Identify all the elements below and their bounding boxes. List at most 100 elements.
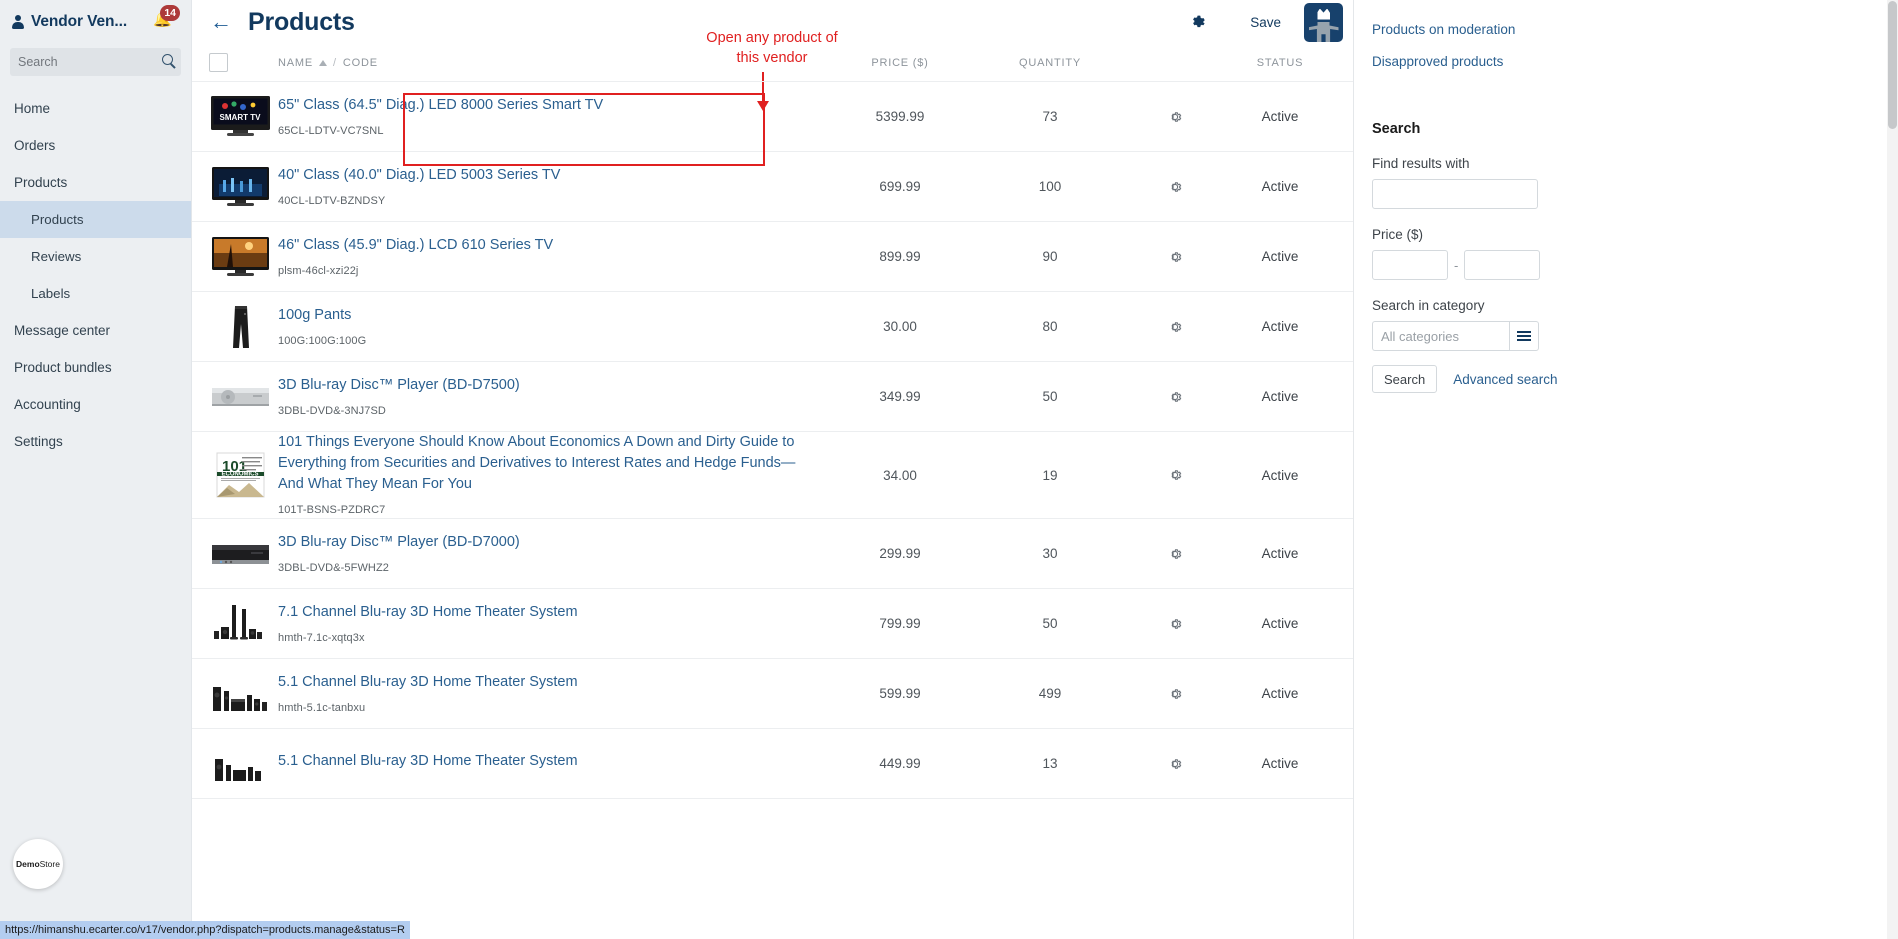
- product-price: 299.99: [879, 546, 921, 561]
- product-name-cell: 5.1 Channel Blu-ray 3D Home Theater Syst…: [278, 672, 825, 716]
- topbar: ← Products Save: [192, 0, 1353, 44]
- gear-icon[interactable]: [1167, 686, 1183, 702]
- product-thumbnail: 101 ECONOMICS: [206, 452, 278, 498]
- search-actions: Search Advanced search: [1372, 365, 1898, 393]
- link-products-on-moderation[interactable]: Products on moderation: [1372, 22, 1898, 37]
- price-to-input[interactable]: [1464, 250, 1541, 280]
- product-name-link[interactable]: 5.1 Channel Blu-ray 3D Home Theater Syst…: [278, 672, 805, 693]
- product-thumbnail: [206, 600, 278, 647]
- product-code: 101T-BSNS-PZDRC7: [278, 504, 386, 516]
- search-icon[interactable]: [162, 54, 173, 65]
- find-results-input[interactable]: [1372, 179, 1538, 209]
- gear-icon[interactable]: [1167, 249, 1183, 265]
- column-status[interactable]: STATUS: [1225, 57, 1335, 69]
- product-name-link[interactable]: 3D Blu-ray Disc™ Player (BD-D7000): [278, 532, 805, 553]
- gear-icon[interactable]: [1190, 14, 1206, 30]
- category-selector: [1372, 321, 1898, 351]
- product-name-cell: 100g Pants 100G:100G:100G: [278, 305, 825, 349]
- product-name-link[interactable]: 101 Things Everyone Should Know About Ec…: [278, 432, 805, 495]
- search-panel-heading: Search: [1372, 121, 1421, 137]
- sidebar-search[interactable]: [10, 48, 181, 76]
- price-range-dash: -: [1454, 257, 1459, 273]
- product-quantity: 100: [1038, 179, 1062, 194]
- search-in-category-label: Search in category: [1372, 298, 1485, 313]
- gear-icon[interactable]: [1167, 389, 1183, 405]
- sidebar-item-settings[interactable]: Settings: [0, 423, 191, 460]
- status-badge: Active: [1261, 467, 1299, 483]
- link-disapproved-products[interactable]: Disapproved products: [1372, 54, 1898, 69]
- gear-icon[interactable]: [1167, 319, 1183, 335]
- product-quantity: 80: [1042, 319, 1058, 334]
- table-row[interactable]: 3D Blu-ray Disc™ Player (BD-D7000) 3DBL-D…: [192, 519, 1353, 589]
- price-range-row: -: [1372, 250, 1898, 280]
- sidebar-item-products-sub[interactable]: Products: [0, 201, 191, 238]
- product-code: 3DBL-DVD&-3NJ7SD: [278, 404, 386, 417]
- product-quantity: 13: [1042, 756, 1058, 771]
- table-row[interactable]: 5.1 Channel Blu-ray 3D Home Theater Syst…: [192, 729, 1353, 799]
- gear-icon[interactable]: [1167, 467, 1183, 483]
- product-name-link[interactable]: 65" Class (64.5" Diag.) LED 8000 Series …: [278, 95, 805, 116]
- gear-icon[interactable]: [1167, 756, 1183, 772]
- topbar-actions: Save: [1190, 0, 1353, 44]
- gear-icon[interactable]: [1167, 109, 1183, 125]
- sidebar-nav: Home Orders Products Products Reviews La…: [0, 90, 191, 460]
- product-quantity: 30: [1042, 546, 1058, 561]
- product-thumbnail: [206, 373, 278, 420]
- product-name-link[interactable]: 5.1 Channel Blu-ray 3D Home Theater Syst…: [278, 751, 805, 772]
- product-name-cell: 3D Blu-ray Disc™ Player (BD-D7000) 3DBL-D…: [278, 532, 825, 576]
- gear-icon[interactable]: [1167, 179, 1183, 195]
- table-row[interactable]: 40" Class (40.0" Diag.) LED 5003 Series …: [192, 152, 1353, 222]
- save-button[interactable]: Save: [1250, 15, 1281, 30]
- advanced-search-link[interactable]: Advanced search: [1453, 372, 1557, 387]
- table-row[interactable]: 100g Pants 100G:100G:100G 30.00 80 Active: [192, 292, 1353, 362]
- product-name-link[interactable]: 7.1 Channel Blu-ray 3D Home Theater Syst…: [278, 602, 805, 623]
- table-row[interactable]: 5.1 Channel Blu-ray 3D Home Theater Syst…: [192, 659, 1353, 729]
- table-row[interactable]: 101 ECONOMICS 101 Things Everyone Should K…: [192, 432, 1353, 519]
- search-button[interactable]: Search: [1372, 365, 1438, 393]
- arrow-left-icon[interactable]: ←: [210, 11, 232, 33]
- demo-badge-bold: Demo: [16, 859, 40, 869]
- row-actions-cell: [1125, 249, 1225, 265]
- product-name-link[interactable]: 46" Class (45.9" Diag.) LCD 610 Series T…: [278, 235, 805, 256]
- search-input[interactable]: [18, 49, 148, 75]
- price-from-input[interactable]: [1372, 250, 1448, 280]
- vendor-brand[interactable]: Vendor Ven... 🔔 14: [0, 0, 191, 42]
- sidebar-item-product-bundles[interactable]: Product bundles: [0, 349, 191, 386]
- scrollbar-thumb[interactable]: [1888, 1, 1897, 129]
- status-badge: Active: [1261, 389, 1299, 404]
- sidebar-item-reviews[interactable]: Reviews: [0, 238, 191, 275]
- table-row[interactable]: SMART TV 65" Class (64.5" Diag.) LED 8000…: [192, 82, 1353, 152]
- select-all-checkbox[interactable]: [209, 53, 228, 72]
- select-all-cell: [206, 53, 278, 72]
- sidebar-item-products[interactable]: Products: [0, 164, 191, 201]
- avatar-head-icon: [1317, 8, 1330, 20]
- price-label: Price ($): [1372, 227, 1424, 242]
- table-row[interactable]: 3D Blu-ray Disc™ Player (BD-D7500) 3DBL-D…: [192, 362, 1353, 432]
- column-quantity[interactable]: QUANTITY: [975, 57, 1125, 69]
- row-actions-cell: [1125, 179, 1225, 195]
- table-row[interactable]: 46" Class (45.9" Diag.) LCD 610 Series T…: [192, 222, 1353, 292]
- column-price[interactable]: PRICE ($): [825, 57, 975, 69]
- sidebar-item-accounting[interactable]: Accounting: [0, 386, 191, 423]
- avatar[interactable]: [1304, 2, 1343, 42]
- product-name-link[interactable]: 40" Class (40.0" Diag.) LED 5003 Series …: [278, 165, 805, 186]
- sidebar-item-home[interactable]: Home: [0, 90, 191, 127]
- product-name-link[interactable]: 100g Pants: [278, 305, 805, 326]
- column-name[interactable]: NAME / CODE: [278, 57, 825, 69]
- gear-icon[interactable]: [1167, 616, 1183, 632]
- demo-store-badge[interactable]: DemoStore: [13, 839, 63, 889]
- products-table: NAME / CODE PRICE ($) QUANTITY STATUS SM…: [192, 44, 1353, 799]
- product-thumbnail: [206, 163, 278, 210]
- sidebar-item-orders[interactable]: Orders: [0, 127, 191, 164]
- product-quantity: 90: [1042, 249, 1058, 264]
- sidebar-item-labels[interactable]: Labels: [0, 275, 191, 312]
- notifications-button[interactable]: 🔔 14: [151, 5, 180, 34]
- menu-icon[interactable]: [1509, 321, 1539, 351]
- product-thumbnail: [206, 740, 278, 787]
- category-input[interactable]: [1372, 321, 1509, 351]
- product-name-link[interactable]: 3D Blu-ray Disc™ Player (BD-D7500): [278, 375, 805, 396]
- sidebar-item-message-center[interactable]: Message center: [0, 312, 191, 349]
- page-scrollbar[interactable]: [1887, 0, 1898, 939]
- gear-icon[interactable]: [1167, 546, 1183, 562]
- table-row[interactable]: 7.1 Channel Blu-ray 3D Home Theater Syst…: [192, 589, 1353, 659]
